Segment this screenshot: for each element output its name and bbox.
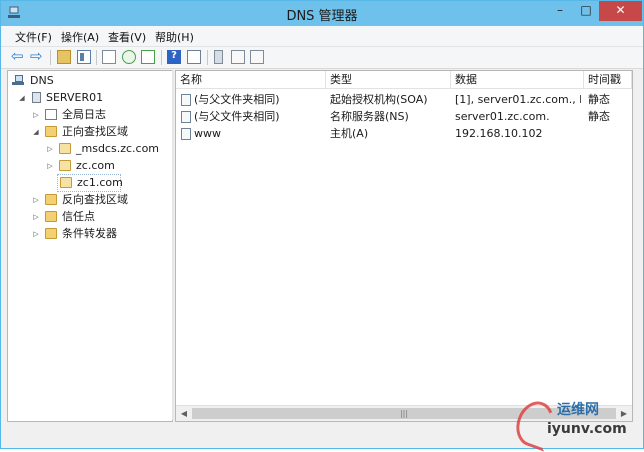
forward-arrow-icon[interactable]: ⇨	[30, 49, 44, 64]
folder-icon	[45, 194, 57, 205]
tree-node-trust-points[interactable]: ▷ 信任点	[32, 209, 172, 225]
watermark-logo: 运维网 iyunv.com	[510, 396, 637, 452]
tree-node-forward-zones[interactable]: ◢ 正向查找区域	[32, 124, 172, 140]
column-header-data[interactable]: 数据	[451, 71, 584, 89]
cell-type: 名称服务器(NS)	[330, 110, 409, 123]
record-icon	[181, 111, 191, 123]
tree-node-zone-zc1[interactable]: zc1.com	[57, 174, 123, 192]
tree-node-dns[interactable]: DNS	[12, 73, 162, 89]
cell-timestamp: 静态	[588, 93, 610, 106]
tree-label: _msdcs.zc.com	[76, 142, 160, 155]
console-tree[interactable]: DNS ◢ SERVER01 ▷ 全局日志 ◢ 正向查找区域 ▷ _msdcs.…	[7, 70, 173, 422]
column-header-name[interactable]: 名称	[176, 71, 326, 89]
menu-help[interactable]: 帮助(H)	[155, 29, 194, 45]
menu-file[interactable]: 文件(F)	[15, 29, 52, 45]
menu-bar: 文件(F) 操作(A) 查看(V) 帮助(H)	[1, 26, 643, 47]
tree-label: 条件转发器	[62, 227, 117, 240]
tree-label: zc.com	[76, 159, 115, 172]
toolbar: ⇦ ⇨ ?	[1, 47, 643, 69]
tree-label: zc1.com	[77, 176, 123, 189]
record-icon	[181, 94, 191, 106]
close-button[interactable]: ✕	[599, 1, 642, 21]
toolbar-separator	[207, 50, 208, 65]
dns-icon	[12, 75, 24, 86]
tree-node-reverse-zones[interactable]: ▷ 反向查找区域	[32, 192, 172, 208]
log-icon	[45, 109, 57, 120]
menu-action[interactable]: 操作(A)	[61, 29, 99, 45]
tree-node-global-log[interactable]: ▷ 全局日志	[32, 107, 172, 123]
tree-label: 反向查找区域	[62, 193, 128, 206]
column-header-timestamp[interactable]: 时间戳	[584, 71, 632, 89]
table-row[interactable]: www 主机(A) 192.168.10.102	[176, 126, 632, 142]
column-header-type[interactable]: 类型	[326, 71, 451, 89]
cell-data: [1], server01.zc.com., h...	[455, 93, 581, 106]
cell-name: www	[194, 127, 221, 140]
tree-label: 信任点	[62, 210, 95, 223]
pane-splitter[interactable]	[172, 70, 174, 420]
tree-node-server[interactable]: ◢ SERVER01	[18, 90, 168, 106]
toolbar-separator	[50, 50, 51, 65]
dns-manager-window: DNS 管理器 – □ ✕ 文件(F) 操作(A) 查看(V) 帮助(H) ⇦ …	[0, 0, 644, 452]
cell-type: 主机(A)	[330, 127, 369, 140]
server-icon	[32, 92, 41, 103]
back-arrow-icon[interactable]: ⇦	[11, 49, 25, 64]
toolbar-separator	[161, 50, 162, 65]
properties-icon[interactable]	[187, 50, 201, 64]
collapse-triangle-icon[interactable]: ◢	[18, 90, 26, 106]
zone-icon	[59, 160, 71, 171]
cell-name: (与父文件夹相同)	[194, 93, 280, 106]
scroll-left-icon[interactable]: ◀	[178, 408, 190, 420]
collapse-triangle-icon[interactable]: ◢	[32, 124, 40, 140]
expand-triangle-icon[interactable]: ▷	[46, 158, 54, 174]
tree-label: 正向查找区域	[62, 125, 128, 138]
watermark-text-top: 运维网	[557, 402, 599, 418]
records-list[interactable]: 名称 类型 数据 时间戳 (与父文件夹相同) 起始授权机构(SOA) [1], …	[175, 70, 633, 422]
show-hide-tree-icon[interactable]	[77, 50, 91, 64]
expand-triangle-icon[interactable]: ▷	[32, 192, 40, 208]
export-list-icon[interactable]	[141, 50, 155, 64]
tree-label: 全局日志	[62, 108, 106, 121]
watermark-text-bottom: iyunv.com	[547, 421, 627, 437]
cell-data: 192.168.10.102	[455, 127, 543, 140]
tree-node-zone-zc[interactable]: ▷ zc.com	[46, 158, 172, 174]
expand-triangle-icon[interactable]: ▷	[32, 209, 40, 225]
title-bar[interactable]: DNS 管理器 – □ ✕	[1, 1, 643, 26]
tree-node-conditional-forwarders[interactable]: ▷ 条件转发器	[32, 226, 172, 242]
expand-triangle-icon[interactable]: ▷	[32, 226, 40, 242]
cell-name: (与父文件夹相同)	[194, 110, 280, 123]
up-folder-icon[interactable]	[57, 50, 71, 64]
zone-icon	[60, 177, 72, 188]
record-icon	[181, 128, 191, 140]
tree-node-zone-msdcs[interactable]: ▷ _msdcs.zc.com	[46, 141, 172, 157]
scroll-grip-icon: |||	[399, 409, 409, 418]
table-row[interactable]: (与父文件夹相同) 名称服务器(NS) server01.zc.com. 静态	[176, 109, 632, 125]
maximize-button[interactable]: □	[573, 1, 599, 21]
records-icon[interactable]	[250, 50, 264, 64]
refresh-icon[interactable]	[122, 50, 136, 64]
cell-type: 起始授权机构(SOA)	[330, 93, 428, 106]
record-icon[interactable]	[231, 50, 245, 64]
table-row[interactable]: (与父文件夹相同) 起始授权机构(SOA) [1], server01.zc.c…	[176, 92, 632, 108]
help-icon[interactable]: ?	[167, 50, 181, 64]
zone-icon	[59, 143, 71, 154]
folder-icon	[45, 211, 57, 222]
folder-icon	[45, 126, 57, 137]
tree-label: SERVER01	[46, 91, 104, 104]
minimize-button[interactable]: –	[547, 1, 573, 21]
tree-label: DNS	[30, 74, 54, 87]
folder-icon	[45, 228, 57, 239]
toolbar-separator	[96, 50, 97, 65]
cell-timestamp: 静态	[588, 110, 610, 123]
server-icon[interactable]	[214, 50, 223, 64]
cell-data: server01.zc.com.	[455, 110, 550, 123]
expand-triangle-icon[interactable]: ▷	[46, 141, 54, 157]
menu-view[interactable]: 查看(V)	[108, 29, 146, 45]
expand-triangle-icon[interactable]: ▷	[32, 107, 40, 123]
copy-icon[interactable]	[102, 50, 116, 64]
